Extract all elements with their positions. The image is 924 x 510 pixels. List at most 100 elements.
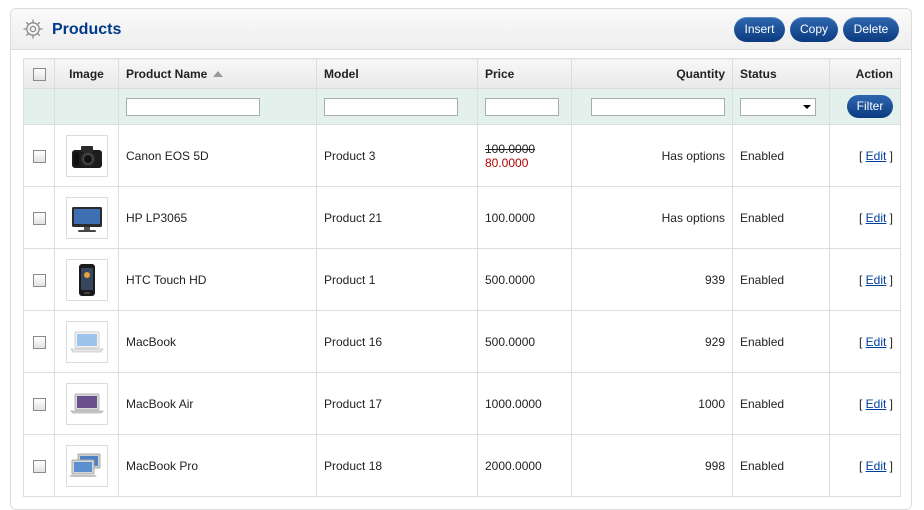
status-cell: Enabled <box>732 186 830 249</box>
filter-model-input[interactable] <box>324 97 458 116</box>
table-row: Canon EOS 5D Product 3 100.0000 80.0000 … <box>23 124 901 187</box>
status-cell: Enabled <box>732 248 830 311</box>
row-select-cell <box>23 372 55 435</box>
row-checkbox[interactable] <box>32 149 46 163</box>
product-thumbnail[interactable] <box>65 320 108 363</box>
delete-button[interactable]: Delete <box>843 17 899 42</box>
edit-link[interactable]: Edit <box>866 335 887 349</box>
image-cell <box>54 372 119 435</box>
edit-link[interactable]: Edit <box>866 273 887 287</box>
product-list-table: Image Product Name Model Price Quantity … <box>23 58 901 497</box>
insert-button[interactable]: Insert <box>734 17 785 42</box>
laptop-icon <box>68 453 100 477</box>
filter-price-input[interactable] <box>485 97 559 116</box>
monitor-icon <box>71 206 102 232</box>
model-cell: Product 18 <box>316 434 478 497</box>
product-name-cell: MacBook <box>118 310 317 373</box>
quantity-cell: 998 <box>571 434 733 497</box>
model-cell: Product 16 <box>316 310 478 373</box>
column-header-image: Image <box>54 58 119 89</box>
product-thumbnail[interactable] <box>65 134 108 177</box>
action-cell: [ Edit ] <box>829 434 901 497</box>
price-cell: 500.0000 <box>477 310 572 373</box>
column-header-product-name[interactable]: Product Name <box>118 58 317 89</box>
products-panel: Products Insert Copy Delete Image Produc… <box>10 8 912 510</box>
page-title: Products <box>52 21 122 38</box>
row-select-cell <box>23 434 55 497</box>
quantity-cell: 1000 <box>571 372 733 435</box>
product-thumbnail[interactable] <box>65 382 108 425</box>
product-name-cell: HTC Touch HD <box>118 248 317 311</box>
laptop-icon <box>69 331 104 352</box>
filter-cell-empty <box>54 88 119 125</box>
action-cell: [ Edit ] <box>829 372 901 435</box>
status-cell: Enabled <box>732 372 830 435</box>
select-all-cell <box>23 58 55 89</box>
filter-cell-button: Filter <box>829 88 901 125</box>
filter-name-input[interactable] <box>126 97 260 116</box>
image-cell <box>54 186 119 249</box>
price-cell: 1000.0000 <box>477 372 572 435</box>
table-row: MacBook Air Product 17 1000.0000 1000 En… <box>23 372 901 435</box>
phone-icon <box>78 263 95 296</box>
filter-cell-model <box>316 88 478 125</box>
column-header-price[interactable]: Price <box>477 58 572 89</box>
price-cell: 500.0000 <box>477 248 572 311</box>
price-cell: 2000.0000 <box>477 434 572 497</box>
filter-cell-price <box>477 88 572 125</box>
filter-cell-empty <box>23 88 55 125</box>
panel-heading: Products Insert Copy Delete <box>11 9 911 50</box>
model-cell: Product 17 <box>316 372 478 435</box>
price-cell: 100.0000 80.0000 <box>477 124 572 187</box>
camera-icon <box>71 145 102 168</box>
special-price: 80.0000 <box>485 155 529 170</box>
edit-link[interactable]: Edit <box>866 459 887 473</box>
table-row: HP LP3065 Product 21 100.0000 Has option… <box>23 186 901 249</box>
copy-button[interactable]: Copy <box>790 17 838 42</box>
row-checkbox[interactable] <box>32 459 46 473</box>
filter-status-select[interactable] <box>740 97 816 116</box>
model-cell: Product 1 <box>316 248 478 311</box>
price-cell: 100.0000 <box>477 186 572 249</box>
image-cell <box>54 434 119 497</box>
column-header-status[interactable]: Status <box>732 58 830 89</box>
column-header-product-name-label: Product Name <box>126 66 208 81</box>
row-checkbox[interactable] <box>32 397 46 411</box>
row-checkbox[interactable] <box>32 211 46 225</box>
edit-link[interactable]: Edit <box>866 397 887 411</box>
filter-quantity-input[interactable] <box>591 97 725 116</box>
image-cell <box>54 248 119 311</box>
edit-link[interactable]: Edit <box>866 211 887 225</box>
product-name-cell: MacBook Air <box>118 372 317 435</box>
status-cell: Enabled <box>732 310 830 373</box>
column-header-action: Action <box>829 58 901 89</box>
row-checkbox[interactable] <box>32 335 46 349</box>
filter-row: Filter <box>23 88 901 125</box>
column-header-quantity[interactable]: Quantity <box>571 58 733 89</box>
original-price: 100.0000 <box>485 141 536 156</box>
table-row: MacBook Product 16 500.0000 929 Enabled … <box>23 310 901 373</box>
product-name-cell: MacBook Pro <box>118 434 317 497</box>
action-cell: [ Edit ] <box>829 310 901 373</box>
column-header-model[interactable]: Model <box>316 58 478 89</box>
filter-cell-quantity <box>571 88 733 125</box>
product-thumbnail[interactable] <box>65 258 108 301</box>
laptop-icon <box>69 393 104 413</box>
filter-button[interactable]: Filter <box>847 95 893 118</box>
status-cell: Enabled <box>732 434 830 497</box>
product-thumbnail[interactable] <box>65 444 108 487</box>
product-name-cell: Canon EOS 5D <box>118 124 317 187</box>
action-cell: [ Edit ] <box>829 124 901 187</box>
model-cell: Product 3 <box>316 124 478 187</box>
gear-icon <box>23 19 43 39</box>
product-name-cell: HP LP3065 <box>118 186 317 249</box>
edit-link[interactable]: Edit <box>866 149 887 163</box>
row-checkbox[interactable] <box>32 273 46 287</box>
product-thumbnail[interactable] <box>65 196 108 239</box>
action-cell: [ Edit ] <box>829 186 901 249</box>
status-cell: Enabled <box>732 124 830 187</box>
quantity-cell: Has options <box>571 124 733 187</box>
table-row: HTC Touch HD Product 1 500.0000 939 Enab… <box>23 248 901 311</box>
select-all-checkbox[interactable] <box>32 67 46 81</box>
table-row: MacBook Pro Product 18 2000.0000 998 Ena… <box>23 434 901 497</box>
